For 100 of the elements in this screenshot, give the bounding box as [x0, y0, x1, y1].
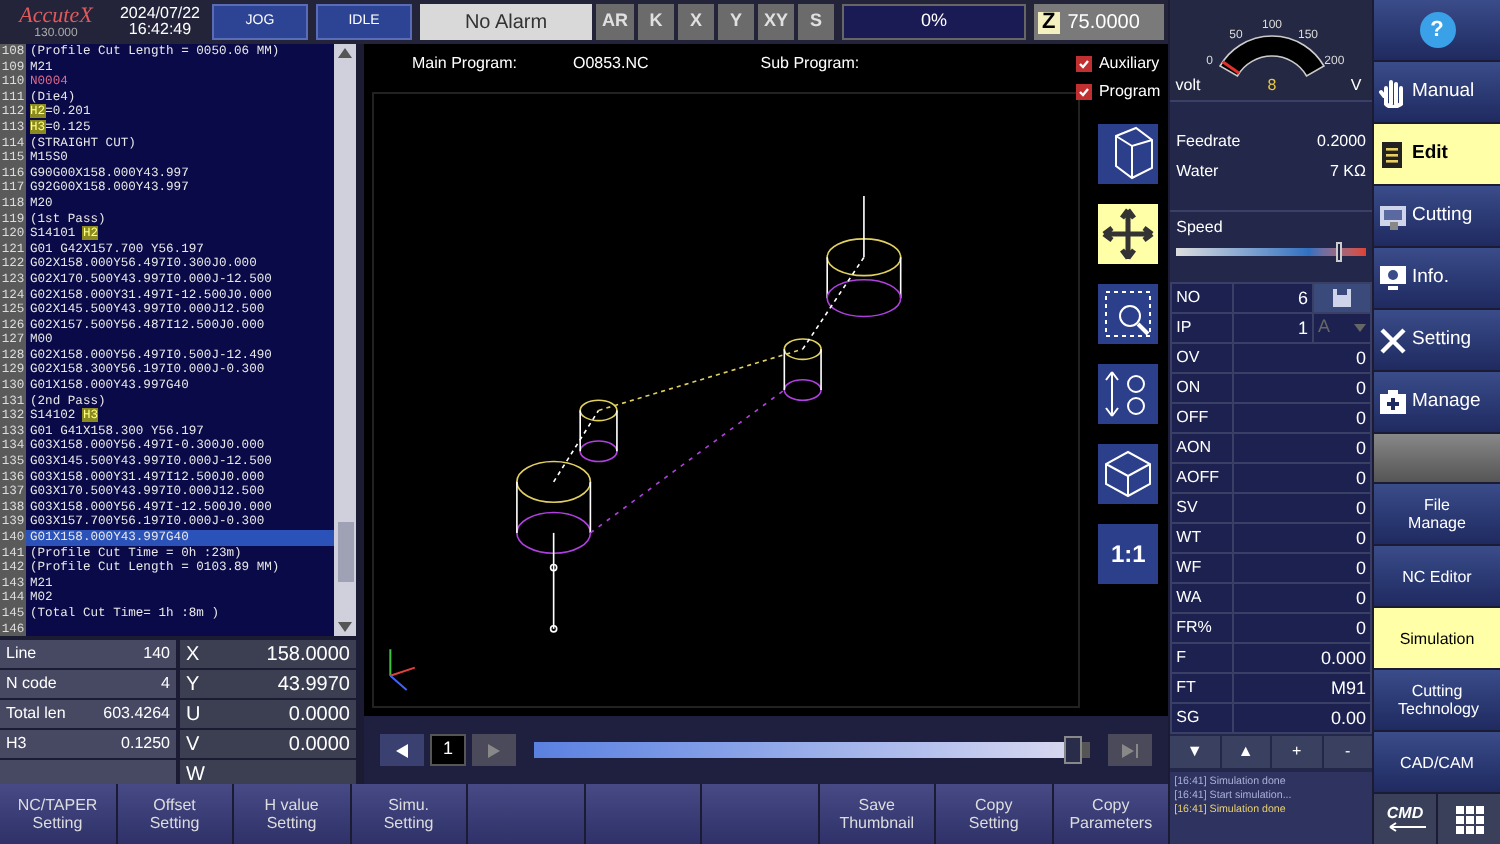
next-icon — [488, 743, 500, 758]
axis-button[interactable]: S — [798, 4, 835, 40]
param-value: 0 — [1234, 614, 1370, 642]
info-label: Line — [6, 642, 37, 666]
function-button[interactable]: H value Setting — [234, 784, 350, 844]
param-label: WT — [1172, 524, 1233, 552]
param-step-button[interactable]: ▼ — [1170, 736, 1220, 768]
function-button[interactable]: Offset Setting — [117, 784, 233, 844]
view-cube-button[interactable] — [1098, 124, 1159, 184]
param-label: IP — [1172, 314, 1233, 342]
save-button[interactable] — [1314, 284, 1370, 312]
nav-button[interactable]: Manual — [1374, 62, 1500, 122]
axis-button[interactable]: X — [678, 4, 714, 40]
checkbox[interactable] — [1076, 84, 1093, 100]
skip-to-end-button[interactable] — [1108, 734, 1153, 767]
axis-button[interactable]: K — [638, 4, 674, 40]
checkbox[interactable] — [1076, 56, 1093, 72]
info-value: 0.0000 — [288, 731, 350, 759]
param-value: M91 — [1234, 674, 1370, 702]
param-value: 0 — [1234, 434, 1370, 462]
cmd-button[interactable]: CMD — [1374, 794, 1436, 844]
sub-program-label: Sub Program: — [760, 52, 860, 76]
view-zoom-in-out-button[interactable] — [1098, 364, 1159, 424]
param-value: 0.00 — [1234, 704, 1370, 732]
caret-icon — [1354, 324, 1366, 332]
next-button[interactable] — [472, 734, 516, 767]
previous-icon — [396, 743, 408, 758]
param-value: 0 — [1234, 464, 1370, 492]
z-axis-label: Z — [1038, 11, 1060, 33]
axis-icon — [389, 649, 416, 691]
info-label: Total len — [6, 702, 66, 726]
param-label: ON — [1172, 374, 1233, 402]
info-value: 603.4264 — [103, 702, 170, 726]
logo-text: AccuteX — [19, 5, 93, 27]
subnav-button[interactable]: Cutting Technology — [1374, 670, 1500, 730]
function-button[interactable]: Copy Setting — [936, 784, 1052, 844]
readout-label: Feedrate — [1176, 129, 1241, 153]
param-value: 0 — [1234, 374, 1370, 402]
param-value: 0 — [1234, 404, 1370, 432]
param-label: AON — [1172, 434, 1233, 462]
info-value: 140 — [143, 642, 170, 666]
info-label: N code — [6, 672, 57, 696]
param-label: WF — [1172, 554, 1233, 582]
playback-slider[interactable] — [534, 742, 1091, 759]
nav-button[interactable]: Edit — [1374, 124, 1500, 184]
nav-button[interactable]: Cutting — [1374, 186, 1500, 246]
scrollbar-thumb[interactable] — [337, 522, 353, 582]
view-view-3d-button[interactable] — [1098, 444, 1159, 504]
param-label: FT — [1172, 674, 1233, 702]
view-zoom-box-button[interactable] — [1098, 284, 1159, 344]
time-text: 16:42:49 — [128, 22, 192, 38]
checkbox-label: Auxiliary — [1098, 52, 1160, 76]
z-value: 75.0000 — [1067, 9, 1140, 37]
function-button[interactable]: Save Thumbnail — [819, 784, 935, 844]
nav-button[interactable]: Info. — [1374, 248, 1500, 308]
scroll-up-icon[interactable] — [338, 48, 352, 58]
param-value: 0 — [1234, 584, 1370, 612]
step-field[interactable]: 1 — [430, 734, 466, 767]
nav-button[interactable]: Manage — [1374, 372, 1500, 432]
param-label: SV — [1172, 494, 1233, 522]
scrollbar[interactable] — [334, 44, 356, 636]
nav-button[interactable]: Setting — [1374, 310, 1500, 370]
function-button[interactable]: Simu. Setting — [351, 784, 467, 844]
arrow-left-icon — [1385, 822, 1425, 832]
param-step-button[interactable]: + — [1272, 736, 1322, 768]
checkbox-label: Program — [1098, 80, 1161, 104]
scroll-down-icon[interactable] — [338, 622, 352, 632]
function-button[interactable]: NC/TAPER Setting — [0, 784, 116, 844]
main-program-label: Main Program: — [412, 52, 517, 76]
param-label: AOFF — [1172, 464, 1233, 492]
view-ratio-button[interactable]: 1:1 — [1098, 524, 1159, 584]
axis-button[interactable]: XY — [758, 4, 795, 40]
alarm-status: No Alarm — [420, 4, 592, 40]
param-value: 0.000 — [1234, 644, 1370, 672]
view-move-button[interactable] — [1098, 204, 1159, 264]
save-icon — [1332, 288, 1352, 308]
info-label: Y — [186, 671, 200, 699]
nav-spacer-bar — [1374, 434, 1500, 482]
gauge-reading: 8 — [1266, 76, 1276, 94]
param-step-button[interactable]: - — [1323, 736, 1373, 768]
function-button[interactable]: Copy Parameters — [1053, 784, 1169, 844]
progress-text: 0% — [919, 8, 950, 35]
main-program-name: O0853.NC — [572, 52, 649, 76]
previous-button[interactable] — [380, 734, 424, 767]
axis-button[interactable]: AR — [596, 4, 634, 40]
app-grid-button[interactable] — [1438, 794, 1500, 844]
subnav-button[interactable]: File Manage — [1374, 484, 1500, 544]
subnav-button[interactable]: Simulation — [1374, 608, 1500, 668]
param-label: OFF — [1172, 404, 1233, 432]
param-label: NO — [1172, 284, 1233, 312]
machine-icon — [1378, 200, 1408, 232]
medical-kit-icon — [1378, 386, 1408, 418]
param-step-button[interactable]: ▲ — [1221, 736, 1271, 768]
info-value: 4 — [161, 672, 170, 696]
param-value: 0 — [1234, 494, 1370, 522]
speed-slider[interactable] — [1176, 248, 1366, 256]
param-value: 6 — [1234, 284, 1312, 312]
axis-button[interactable]: Y — [718, 4, 754, 40]
subnav-button[interactable]: NC Editor — [1374, 546, 1500, 606]
subnav-button[interactable]: CAD/CAM — [1374, 732, 1500, 792]
